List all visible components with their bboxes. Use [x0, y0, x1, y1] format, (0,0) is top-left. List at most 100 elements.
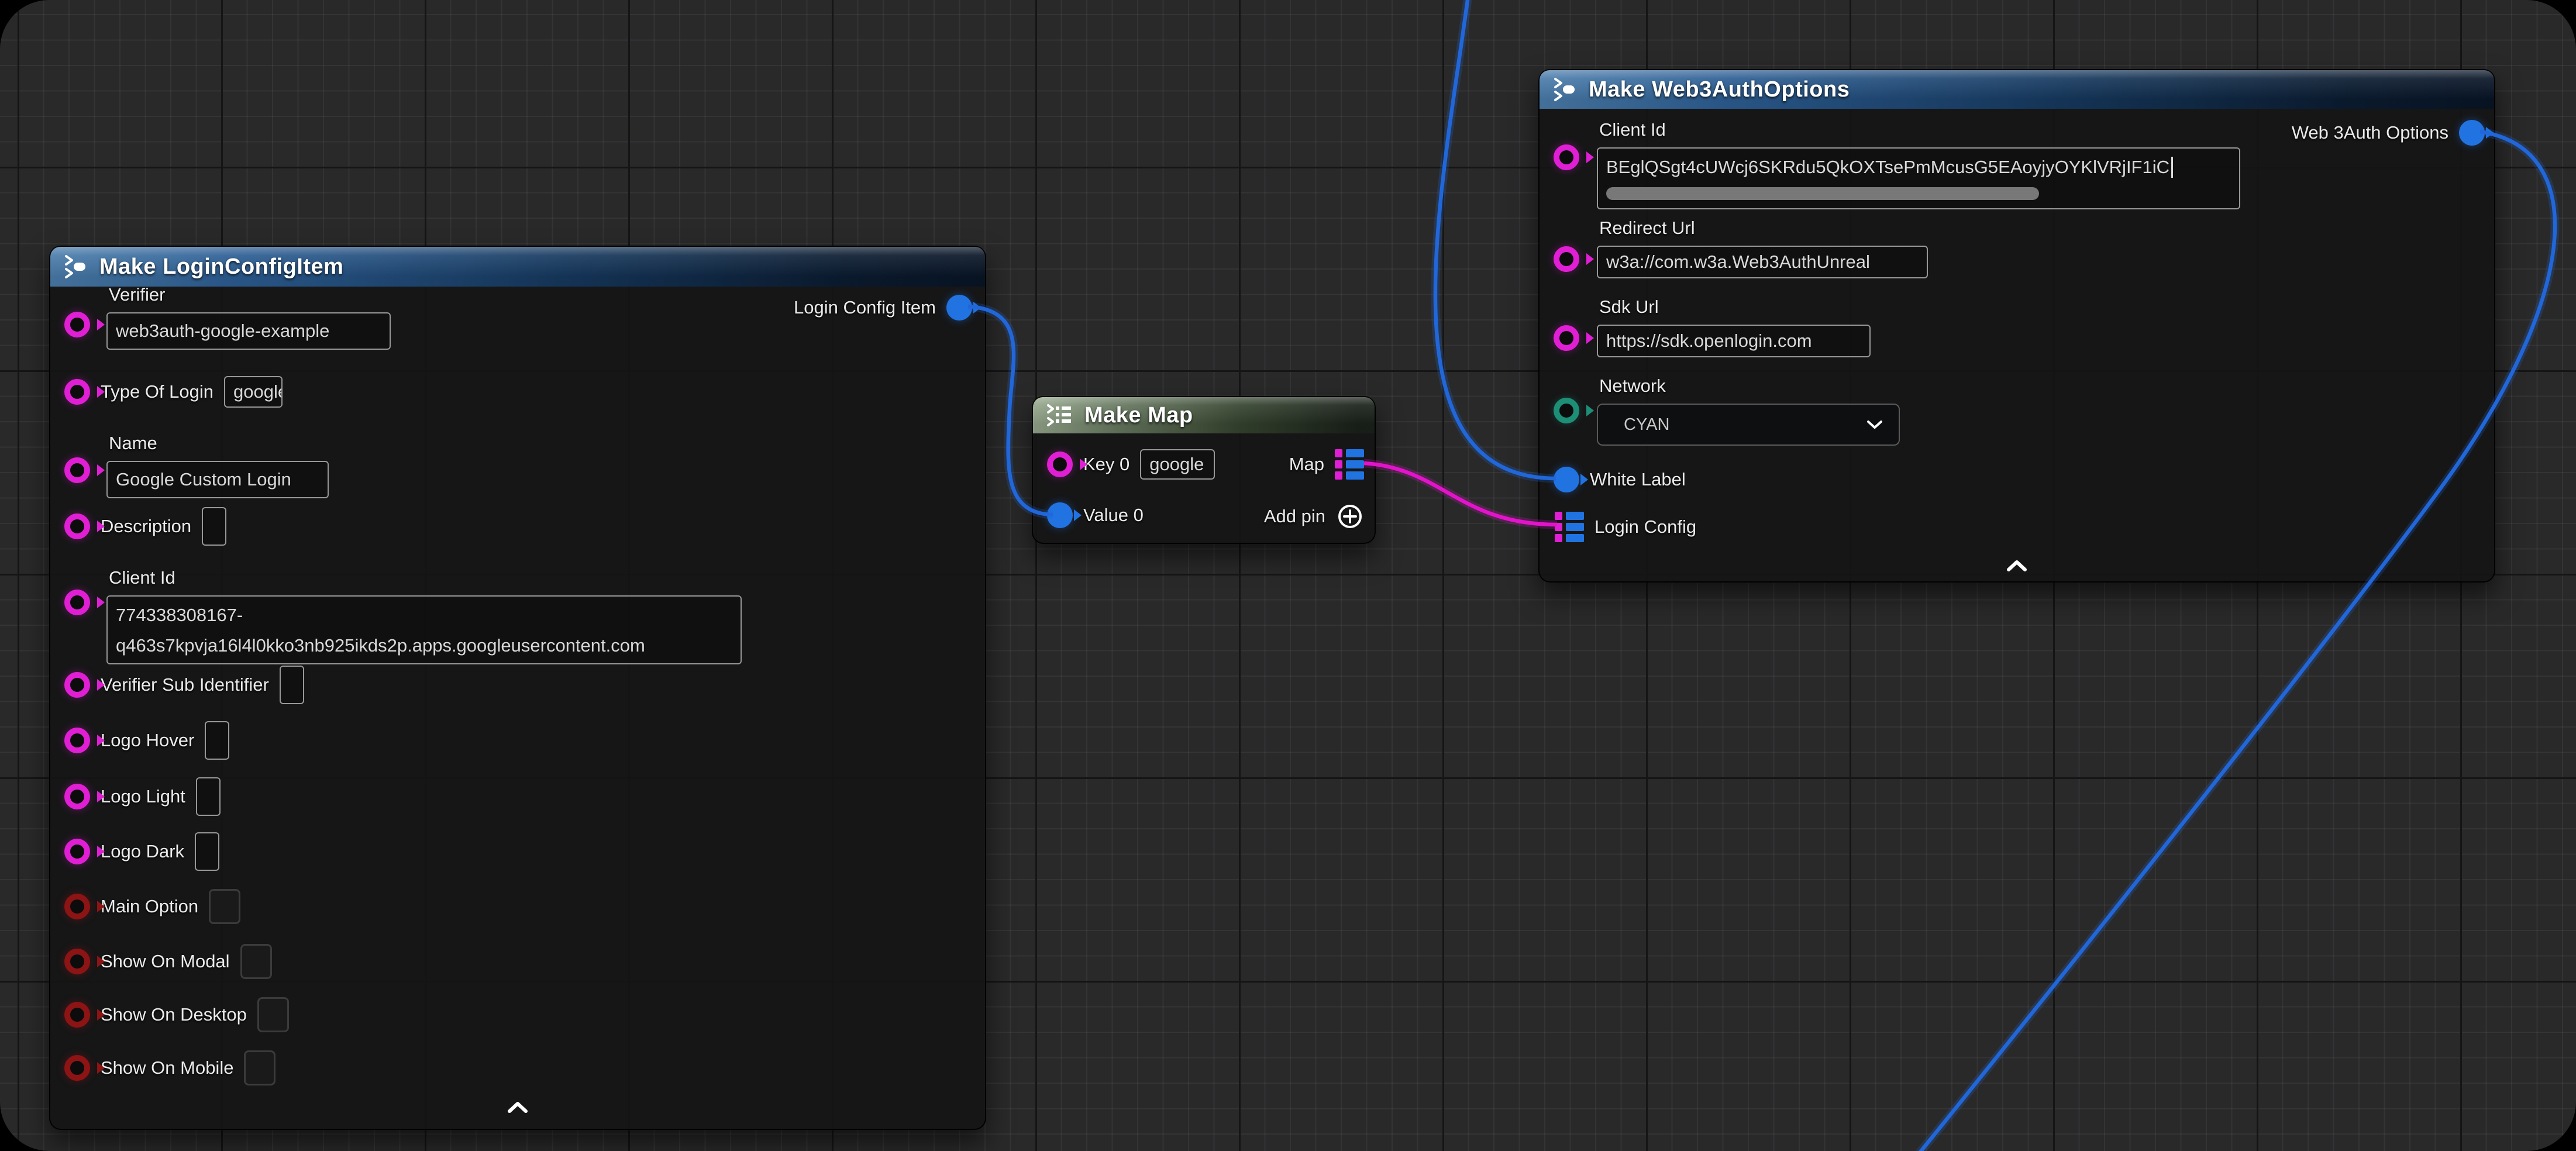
verifier-sub-identifier-input[interactable] — [280, 666, 304, 704]
blueprint-graph-canvas[interactable]: Make LoginConfigItem Login Config Item V… — [0, 0, 2576, 1151]
pin-show-on-mobile[interactable] — [64, 1055, 90, 1081]
show-on-mobile-checkbox[interactable] — [244, 1050, 275, 1085]
client-id-value: BEglQSgt4cUWcj6SKRdu5QkOXTsePmMcusG5EAoy… — [1606, 157, 2169, 178]
make-map-icon — [1046, 404, 1073, 426]
pin-white-label[interactable] — [1554, 467, 1579, 492]
field-label: Type Of Login — [101, 381, 213, 402]
field-label: Show On Desktop — [101, 1004, 247, 1025]
chevron-down-icon — [1866, 419, 1883, 430]
field-client-id: Client Id 774338308167- q463s7kpvja16l4l… — [106, 567, 742, 664]
field-show-on-modal: Show On Modal — [64, 943, 272, 980]
pin-verifier[interactable] — [64, 312, 90, 337]
pin-logo-hover[interactable] — [64, 728, 90, 753]
node-make-web3auth-options[interactable]: Make Web3AuthOptions Web 3Auth Options C… — [1538, 69, 2495, 583]
field-show-on-mobile: Show On Mobile — [64, 1050, 275, 1086]
field-logo-light: Logo Light — [64, 777, 221, 816]
field-label: Show On Modal — [101, 951, 230, 972]
field-label: Logo Dark — [101, 841, 184, 862]
node-header-make-map[interactable]: Make Map — [1033, 397, 1375, 433]
pin-type-of-login[interactable] — [64, 379, 90, 405]
show-on-modal-checkbox[interactable] — [240, 944, 272, 979]
node-title: Make Web3AuthOptions — [1589, 77, 1850, 102]
name-value: Google Custom Login — [116, 469, 291, 490]
pin-redirect-url[interactable] — [1554, 246, 1579, 272]
pin-verifier-sub-identifier[interactable] — [64, 672, 90, 698]
logo-hover-input[interactable] — [205, 721, 229, 760]
field-label: Logo Light — [101, 786, 185, 807]
field-client-id: Client Id BEglQSgt4cUWcj6SKRdu5QkOXTsePm… — [1597, 119, 2240, 209]
field-login-config: Login Config — [1555, 508, 1696, 546]
redirect-url-input[interactable]: w3a://com.w3a.Web3AuthUnreal — [1597, 246, 1928, 278]
field-label: Key 0 — [1083, 454, 1129, 475]
field-label: Client Id — [1599, 119, 2240, 140]
field-type-of-login: Type Of Login google — [64, 373, 283, 411]
pin-login-config[interactable] — [1555, 511, 1584, 543]
pin-description[interactable] — [64, 514, 90, 539]
node-header-make-web3auth-options[interactable]: Make Web3AuthOptions — [1540, 70, 2494, 109]
show-on-desktop-checkbox[interactable] — [257, 997, 289, 1032]
output-pin-login-config-item[interactable] — [946, 295, 972, 321]
output-row-map: Map — [1289, 448, 1364, 481]
client-id-input[interactable]: BEglQSgt4cUWcj6SKRdu5QkOXTsePmMcusG5EAoy… — [1597, 147, 2240, 209]
pin-network[interactable] — [1554, 398, 1579, 423]
name-input[interactable]: Google Custom Login — [106, 461, 329, 498]
node-title: Make LoginConfigItem — [99, 254, 343, 280]
field-description: Description — [64, 507, 226, 546]
pin-client-id[interactable] — [64, 590, 90, 615]
field-label: Show On Mobile — [101, 1057, 233, 1078]
sdk-url-input[interactable]: https://sdk.openlogin.com — [1597, 325, 1871, 357]
node-make-login-config-item[interactable]: Make LoginConfigItem Login Config Item V… — [49, 246, 986, 1130]
verifier-value: web3auth-google-example — [116, 321, 329, 342]
pin-show-on-desktop[interactable] — [64, 1002, 90, 1028]
pin-key0[interactable] — [1047, 452, 1073, 477]
pin-main-option[interactable] — [64, 894, 90, 919]
field-label: Logo Hover — [101, 730, 194, 751]
network-dropdown[interactable]: CYAN — [1597, 404, 1900, 446]
field-label: Network — [1599, 375, 1900, 397]
add-pin-icon[interactable] — [1336, 502, 1364, 530]
wire-map-to-loginconfig[interactable] — [1364, 463, 1557, 525]
pin-sdk-url[interactable] — [1554, 325, 1579, 351]
sdk-url-value: https://sdk.openlogin.com — [1606, 330, 1812, 351]
field-main-option: Main Option — [64, 888, 240, 925]
type-of-login-input[interactable]: google — [224, 376, 283, 408]
key0-input[interactable]: google — [1140, 449, 1215, 480]
field-label: Main Option — [101, 896, 198, 917]
make-struct-icon — [63, 254, 88, 279]
field-verifier: Verifier web3auth-google-example — [106, 284, 391, 350]
description-input[interactable] — [202, 507, 226, 546]
field-label: Sdk Url — [1599, 297, 1871, 318]
output-pin-map[interactable] — [1335, 448, 1364, 481]
field-label: Client Id — [109, 567, 742, 588]
node-header-make-login-config-item[interactable]: Make LoginConfigItem — [50, 247, 985, 287]
pin-client-id[interactable] — [1554, 144, 1579, 170]
field-label: Verifier Sub Identifier — [101, 674, 269, 695]
logo-dark-input[interactable] — [195, 832, 219, 871]
output-pin-web3auth-options[interactable] — [2459, 120, 2485, 146]
add-pin-row: Add pin — [1264, 500, 1364, 533]
client-id-input[interactable]: 774338308167- q463s7kpvja16l4l0kko3nb925… — [106, 595, 742, 664]
output-pin-label: Web 3Auth Options — [2292, 122, 2448, 143]
field-show-on-desktop: Show On Desktop — [64, 997, 289, 1033]
logo-light-input[interactable] — [196, 777, 221, 816]
node-make-map[interactable]: Make Map Key 0 google Map Value 0 Add pi… — [1032, 396, 1376, 544]
field-label: Redirect Url — [1599, 218, 1928, 239]
text-cursor — [2171, 157, 2173, 178]
field-name: Name Google Custom Login — [106, 433, 329, 498]
pin-name[interactable] — [64, 457, 90, 483]
field-label: White Label — [1590, 469, 1686, 490]
field-label: Name — [109, 433, 329, 454]
collapse-chevron-icon[interactable] — [507, 1101, 528, 1114]
pin-logo-light[interactable] — [64, 784, 90, 809]
output-pin-label: Map — [1289, 454, 1324, 475]
pin-show-on-modal[interactable] — [64, 949, 90, 974]
output-row-login-config-item: Login Config Item — [794, 291, 972, 324]
verifier-input[interactable]: web3auth-google-example — [106, 312, 391, 350]
field-label: Verifier — [109, 284, 391, 305]
field-network: Network CYAN — [1597, 375, 1900, 446]
main-option-checkbox[interactable] — [209, 889, 240, 924]
pin-logo-dark[interactable] — [64, 839, 90, 864]
pin-value0[interactable] — [1047, 502, 1073, 528]
collapse-chevron-icon[interactable] — [2006, 559, 2027, 572]
client-id-scrollbar[interactable] — [1606, 187, 2039, 200]
